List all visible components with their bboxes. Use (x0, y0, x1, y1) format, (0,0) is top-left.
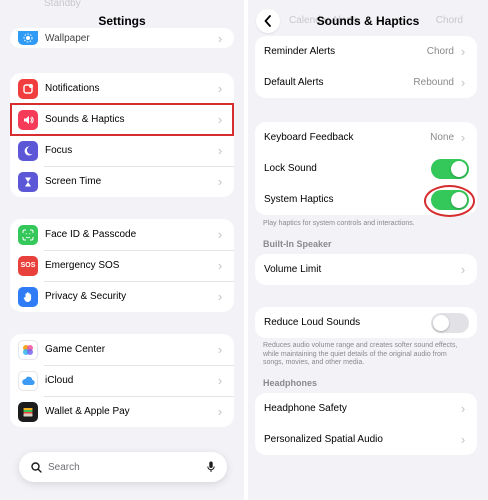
chevron-right-icon: › (217, 81, 223, 96)
reduce-loud-footnote: Reduces audio volume range and creates s… (263, 342, 458, 366)
settings-item-label: Privacy & Security (45, 291, 127, 302)
privacy-hand-icon (18, 286, 38, 307)
row-label: Lock Sound (264, 163, 317, 174)
row-value: Chord (426, 46, 454, 57)
chevron-right-icon: › (217, 30, 223, 46)
chevron-right-icon: › (460, 44, 466, 59)
screen-time-icon (18, 171, 38, 192)
alerts-group: Reminder Alerts Chord › Default Alerts R… (255, 36, 477, 98)
settings-item-label: Game Center (45, 344, 106, 355)
chevron-right-icon: › (217, 373, 223, 388)
row-label: Volume Limit (264, 264, 322, 275)
row-label: Default Alerts (264, 77, 324, 88)
settings-item-wallet[interactable]: Wallet & Apple Pay › (10, 396, 234, 427)
chevron-right-icon: › (217, 289, 223, 304)
chevron-left-icon (264, 15, 271, 27)
search-bar[interactable]: Search (19, 452, 227, 482)
row-label: Personalized Spatial Audio (264, 434, 383, 445)
volume-limit-row[interactable]: Volume Limit › (255, 254, 477, 285)
settings-group-2: Face ID & Passcode › SOS Emergency SOS ›… (10, 219, 234, 312)
settings-item-label: Face ID & Passcode (45, 229, 137, 240)
settings-item-icloud[interactable]: iCloud › (10, 365, 234, 396)
chevron-right-icon: › (217, 143, 223, 158)
icloud-icon (18, 370, 38, 391)
settings-title: Settings (98, 14, 146, 28)
settings-group-partial: Wallpaper › (10, 28, 234, 48)
emergency-sos-icon: SOS (18, 255, 38, 276)
settings-group-3: Game Center › iCloud › Wallet & Apple Pa… (10, 334, 234, 427)
reduce-loud-sounds-row: Reduce Loud Sounds (255, 307, 477, 338)
game-center-icon (18, 339, 38, 360)
row-value: None (430, 132, 454, 143)
settings-item-label: Wallpaper (45, 32, 90, 44)
chevron-right-icon: › (460, 75, 466, 90)
reduce-loud-group: Reduce Loud Sounds (255, 307, 477, 338)
settings-item-label: iCloud (45, 375, 74, 386)
system-haptics-highlight-circle (424, 185, 475, 217)
back-button[interactable] (256, 9, 280, 33)
settings-item-label: Wallet & Apple Pay (45, 406, 130, 417)
chevron-right-icon: › (460, 262, 466, 277)
settings-item-label: Focus (45, 145, 73, 156)
keyboard-feedback-row[interactable]: Keyboard Feedback None › (255, 122, 477, 153)
personalized-spatial-audio-row[interactable]: Personalized Spatial Audio › (255, 424, 477, 455)
row-label: Reminder Alerts (264, 46, 336, 57)
chevron-right-icon: › (460, 401, 466, 416)
settings-item-face-id[interactable]: Face ID & Passcode › (10, 219, 234, 250)
focus-moon-icon (18, 140, 38, 161)
chevron-right-icon: › (217, 342, 223, 357)
search-icon (31, 461, 42, 473)
reduce-loud-sounds-toggle[interactable] (431, 312, 469, 333)
lock-sound-row: Lock Sound (255, 153, 477, 184)
settings-item-game-center[interactable]: Game Center › (10, 334, 234, 365)
row-value: Rebound (413, 77, 454, 88)
wallet-icon (18, 401, 38, 422)
search-placeholder: Search (48, 461, 80, 473)
row-label: Keyboard Feedback (264, 132, 354, 143)
sounds-haptics-highlight-box (10, 103, 234, 136)
row-label: System Haptics (264, 194, 334, 205)
settings-item-screen-time[interactable]: Screen Time › (10, 166, 234, 197)
notifications-icon (18, 78, 38, 99)
settings-item-emergency-sos[interactable]: SOS Emergency SOS › (10, 250, 234, 281)
wallpaper-icon (18, 31, 38, 45)
settings-item-notifications[interactable]: Notifications › (10, 73, 234, 104)
default-alerts-row[interactable]: Default Alerts Rebound › (255, 67, 477, 98)
chevron-right-icon: › (460, 130, 466, 145)
settings-item-label: Screen Time (45, 176, 102, 187)
settings-pane: Standby Settings Wallpaper › Notificatio… (0, 0, 244, 500)
settings-item-label: Notifications (45, 83, 100, 94)
reminder-alerts-row[interactable]: Reminder Alerts Chord › (255, 36, 477, 67)
chevron-right-icon: › (217, 258, 223, 273)
chevron-right-icon: › (460, 432, 466, 447)
row-label: Reduce Loud Sounds (264, 317, 361, 328)
chevron-right-icon: › (217, 174, 223, 189)
haptics-footnote: Play haptics for system controls and int… (263, 220, 415, 227)
settings-item-focus[interactable]: Focus › (10, 135, 234, 166)
lock-sound-toggle[interactable] (431, 158, 469, 179)
headphones-header: Headphones (263, 378, 318, 388)
built-in-speaker-header: Built-In Speaker (263, 239, 332, 249)
settings-item-label: Emergency SOS (45, 260, 120, 271)
chevron-right-icon: › (217, 227, 223, 242)
settings-item-wallpaper[interactable]: Wallpaper › (10, 28, 234, 48)
speaker-group: Volume Limit › (255, 254, 477, 285)
face-id-icon (18, 224, 38, 245)
headphones-group: Headphone Safety › Personalized Spatial … (255, 393, 477, 455)
microphone-icon[interactable] (207, 461, 215, 473)
sounds-haptics-title: Sounds & Haptics (316, 14, 420, 28)
chevron-right-icon: › (217, 404, 223, 419)
row-label: Headphone Safety (264, 403, 347, 414)
standby-label-faded: Standby (44, 0, 81, 9)
settings-item-privacy-security[interactable]: Privacy & Security › (10, 281, 234, 312)
headphone-safety-row[interactable]: Headphone Safety › (255, 393, 477, 424)
